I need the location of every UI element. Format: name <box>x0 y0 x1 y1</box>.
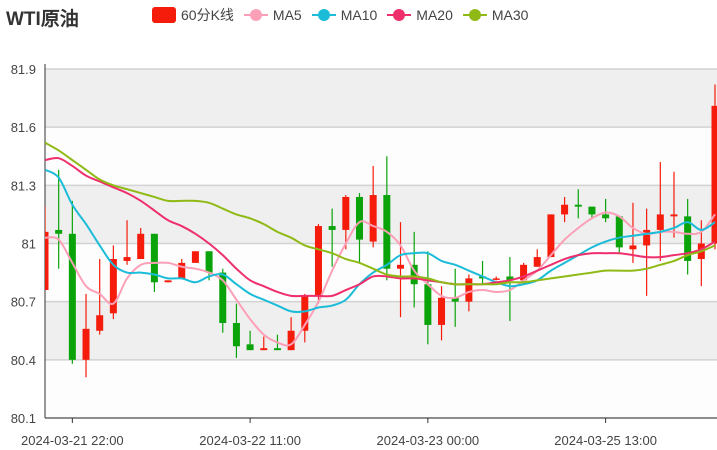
y-tick-label: 81 <box>22 237 36 252</box>
candle-down <box>574 204 582 207</box>
candle-up <box>191 251 199 263</box>
candle-up <box>123 257 131 261</box>
candle-up <box>629 245 637 250</box>
candle-up <box>137 233 145 260</box>
candle-down <box>602 214 610 219</box>
candle-up <box>643 229 651 246</box>
grid-band <box>45 359 717 418</box>
candle-up <box>369 195 377 242</box>
y-tick-label: 81.6 <box>11 120 36 135</box>
candle-up <box>656 214 664 230</box>
x-tick-label: 2024-03-25 13:00 <box>554 433 657 448</box>
y-tick-label: 80.1 <box>11 411 36 426</box>
candle-up <box>670 214 678 217</box>
candle-down <box>232 322 240 347</box>
grid-band <box>45 69 717 128</box>
candle-down <box>615 216 623 248</box>
y-tick-label: 80.7 <box>11 295 36 310</box>
candle-up <box>314 226 322 296</box>
candlestick-chart: 80.1 80.4 80.7 81 81.3 81.6 81.9 2024-03-21 22:… <box>11 62 717 448</box>
candle-up <box>492 278 500 280</box>
grid-band <box>45 301 717 360</box>
candle-up <box>260 348 268 351</box>
candle-down <box>328 226 336 230</box>
grid-band <box>45 127 717 186</box>
x-tick-label: 2024-03-21 22:00 <box>21 433 124 448</box>
candle-down <box>424 284 432 325</box>
candle-up <box>547 214 555 258</box>
x-tick-label: 2024-03-23 00:00 <box>377 433 480 448</box>
candle-up <box>164 280 172 283</box>
candle-up <box>45 231 49 291</box>
candle-up <box>82 328 90 360</box>
candle-up <box>397 264 405 269</box>
candle-up <box>533 257 541 267</box>
x-tick-label: 2024-03-22 11:00 <box>199 433 301 448</box>
candle-up <box>96 315 104 331</box>
candle-up <box>438 297 446 325</box>
candle-up <box>287 330 295 351</box>
candle-up <box>342 196 350 230</box>
candle-down <box>273 348 281 351</box>
candle-down <box>55 229 63 234</box>
y-tick-label: 80.4 <box>11 353 36 368</box>
candle-down <box>246 344 254 351</box>
candle-down <box>205 251 213 273</box>
candle-up <box>465 278 473 302</box>
candle-down <box>588 206 596 215</box>
y-tick-label: 81.3 <box>11 178 36 193</box>
y-tick-label: 81.9 <box>11 62 36 77</box>
candle-down <box>68 233 76 360</box>
candle-down <box>355 196 363 240</box>
candle-up <box>561 204 569 215</box>
